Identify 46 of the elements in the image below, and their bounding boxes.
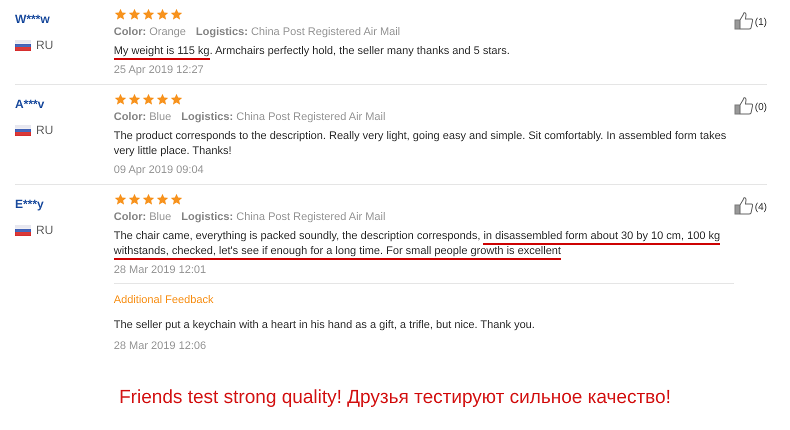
star-icon <box>128 8 141 21</box>
star-icon <box>170 93 183 106</box>
color-info: Color: Blue <box>114 110 172 125</box>
color-info: Color: Orange <box>114 25 186 40</box>
flag-icon <box>15 40 31 50</box>
star-icon <box>156 193 169 206</box>
star-icon <box>114 8 127 21</box>
star-icon <box>170 8 183 21</box>
additional-feedback-title: Additional Feedback <box>114 293 214 308</box>
flag-icon <box>15 224 31 236</box>
star-icon <box>128 93 141 106</box>
star-icon <box>142 8 155 21</box>
star-icon <box>114 193 127 206</box>
caption-text: Friends test strong quality! Друзья тестируют сильное качество! <box>119 386 671 410</box>
review-text: The product corresponds to the description. Really very light, going easy and simple. Sit comfortably. In assembled form takes very little place. Thanks! <box>114 128 728 158</box>
color-info: Color: Blue <box>114 210 172 225</box>
additional-feedback-date: 28 Mar 2019 12:06 <box>114 339 208 354</box>
username-link[interactable]: E***y <box>15 195 114 213</box>
star-icon <box>142 93 155 106</box>
review-date: 25 Apr 2019 12:27 <box>114 62 205 78</box>
country-label: RU <box>36 37 54 54</box>
thumbs-up-icon[interactable] <box>734 12 754 30</box>
review-text: My weight is 115 kg. Armchairs perfectly hold, the seller many thanks and 5 stars. <box>114 44 734 58</box>
logistics-info: Logistics: China Post Registered Air Mail <box>196 25 400 40</box>
additional-feedback-text: The seller put a keychain with a heart in his hand as a gift, a trifle, but nice. Thank you. <box>114 318 536 332</box>
star-icon <box>170 193 183 206</box>
country-label: RU <box>36 222 54 239</box>
username-link[interactable]: W***w <box>15 10 114 28</box>
like-count: (1) <box>754 16 767 30</box>
like-count: (4) <box>754 201 767 215</box>
review-date: 09 Apr 2019 09:04 <box>114 162 205 178</box>
country-label: RU <box>36 122 54 139</box>
logistics-info: Logistics: China Post Registered Air Mail <box>181 110 386 125</box>
star-icon <box>156 93 169 106</box>
flag-icon <box>15 124 31 136</box>
star-icon <box>128 193 141 206</box>
star-icon <box>142 193 155 206</box>
like-count: (0) <box>754 101 767 115</box>
review-text: The chair came, everything is packed soundly, the description corresponds, in disassembled form about 30 by 10 cm, 100 kg withstands, checked, let's see if enough for a long time. For small people growth is excellent <box>114 228 734 258</box>
thumbs-up-icon[interactable] <box>734 97 754 115</box>
review-date: 28 Mar 2019 12:01 <box>114 262 208 278</box>
thumbs-up-icon[interactable] <box>734 197 754 215</box>
star-icon <box>114 93 127 106</box>
username-link[interactable]: A***v <box>15 95 114 113</box>
star-icon <box>156 8 169 21</box>
logistics-info: Logistics: China Post Registered Air Mail <box>181 210 386 225</box>
